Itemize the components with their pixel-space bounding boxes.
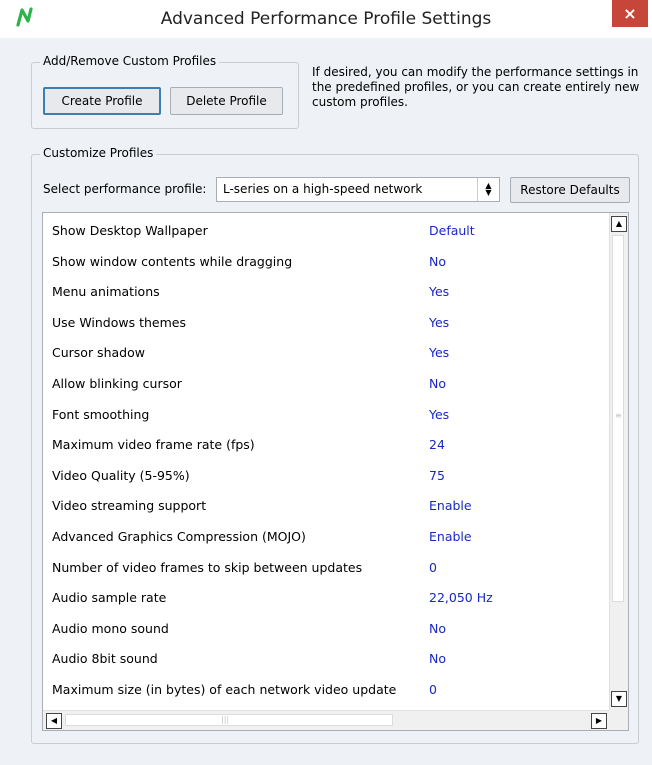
setting-label: Audio sample rate [52, 590, 167, 606]
setting-row[interactable]: Video streaming support Enable [43, 491, 608, 522]
setting-row[interactable]: Advanced Graphics Compression (MOJO) Enab… [43, 522, 608, 553]
grip-icon: ≡ [615, 411, 622, 420]
setting-value[interactable]: Enable [429, 498, 472, 513]
setting-value[interactable]: 75 [429, 468, 445, 483]
scroll-right-icon[interactable]: ▶ [591, 713, 607, 729]
scroll-left-icon[interactable]: ◀ [46, 713, 62, 729]
settings-list[interactable]: Show Desktop Wallpaper Default Show window… [42, 212, 629, 731]
setting-label: Menu animations [52, 284, 160, 300]
setting-row[interactable]: Show window contents while dragging No [43, 247, 608, 278]
scroll-down-icon[interactable]: ▼ [611, 691, 627, 707]
setting-label: Advanced Graphics Compression (MOJO) [52, 529, 306, 544]
setting-label: Maximum video frame rate (fps) [52, 437, 255, 453]
delete-profile-button[interactable]: Delete Profile [170, 87, 283, 115]
setting-value[interactable]: Yes [429, 315, 449, 330]
setting-value[interactable]: 22,050 Hz [429, 590, 493, 605]
setting-label: Audio 8bit sound [52, 651, 158, 667]
setting-label: Show window contents while dragging [52, 253, 293, 269]
setting-row[interactable]: Audio mono sound No [43, 614, 608, 645]
custom-profiles-legend: Add/Remove Custom Profiles [40, 54, 220, 68]
setting-value[interactable]: Yes [429, 407, 449, 422]
setting-label: Number of video frames to skip between u… [52, 559, 363, 575]
setting-label: Use Windows themes [52, 314, 186, 330]
setting-value[interactable]: Enable [429, 529, 472, 544]
setting-row[interactable]: Allow blinking cursor No [43, 369, 608, 400]
restore-defaults-button[interactable]: Restore Defaults [510, 177, 630, 203]
setting-value[interactable]: 0 [429, 682, 437, 697]
setting-value[interactable]: Yes [429, 345, 449, 360]
setting-label: Video streaming support [52, 498, 207, 514]
profile-select[interactable]: L-series on a high-speed network ▲ ▼ [216, 177, 500, 202]
setting-row[interactable]: Audio sample rate 22,050 Hz [43, 583, 608, 614]
vertical-scrollbar[interactable]: ▲ ≡ ▼ [609, 213, 628, 710]
setting-label: Show Desktop Wallpaper [52, 223, 208, 238]
setting-row[interactable]: Number of video frames to skip between u… [43, 553, 608, 584]
setting-label: Allow blinking cursor [52, 376, 182, 391]
setting-value[interactable]: No [429, 376, 446, 391]
horizontal-scrollbar[interactable]: ◀ ||| ▶ [43, 710, 609, 730]
updown-arrows-icon: ▲ ▼ [477, 178, 499, 201]
title-bar[interactable]: Advanced Performance Profile Settings × [0, 0, 652, 38]
setting-value[interactable]: No [429, 621, 446, 636]
vertical-scroll-thumb[interactable]: ≡ [612, 235, 624, 602]
setting-value[interactable]: No [429, 254, 446, 269]
setting-row[interactable]: Audio 8bit sound No [43, 644, 608, 675]
setting-value[interactable]: Default [429, 223, 475, 238]
setting-value[interactable]: No [429, 651, 446, 666]
setting-value[interactable]: Yes [429, 284, 449, 299]
profile-select-label: Select performance profile: [43, 182, 207, 196]
setting-row[interactable]: Use Windows themes Yes [43, 308, 608, 339]
customize-profiles-legend: Customize Profiles [40, 146, 157, 160]
setting-row[interactable]: Menu animations Yes [43, 277, 608, 308]
close-button[interactable]: × [612, 0, 648, 27]
setting-label: Cursor shadow [52, 345, 145, 361]
setting-label: Audio mono sound [52, 620, 169, 636]
window-title: Advanced Performance Profile Settings [160, 9, 492, 29]
setting-label: Video Quality (5-95%) [52, 467, 190, 483]
setting-value[interactable]: 24 [429, 437, 445, 452]
setting-row[interactable]: Font smoothing Yes [43, 400, 608, 431]
setting-label: Maximum size (in bytes) of each network … [52, 682, 397, 697]
profile-select-value: L-series on a high-speed network [223, 182, 423, 196]
grip-icon: ||| [221, 715, 230, 724]
scroll-up-icon[interactable]: ▲ [611, 216, 627, 232]
horizontal-scroll-thumb[interactable]: ||| [65, 714, 393, 726]
setting-row[interactable]: Maximum size (in bytes) of each network … [43, 675, 608, 706]
setting-row[interactable]: Cursor shadow Yes [43, 338, 608, 369]
setting-row[interactable]: Video Quality (5-95%) 75 [43, 461, 608, 492]
dialog-window: Advanced Performance Profile Settings × … [0, 0, 652, 765]
setting-label: Font smoothing [52, 406, 150, 422]
scrollbar-corner [609, 710, 628, 730]
setting-row[interactable]: Maximum video frame rate (fps) 24 [43, 430, 608, 461]
setting-value[interactable]: 0 [429, 560, 437, 575]
setting-row[interactable]: Show Desktop Wallpaper Default [43, 216, 608, 247]
create-profile-button[interactable]: Create Profile [43, 87, 161, 115]
profiles-description: If desired, you can modify the performan… [312, 65, 640, 109]
